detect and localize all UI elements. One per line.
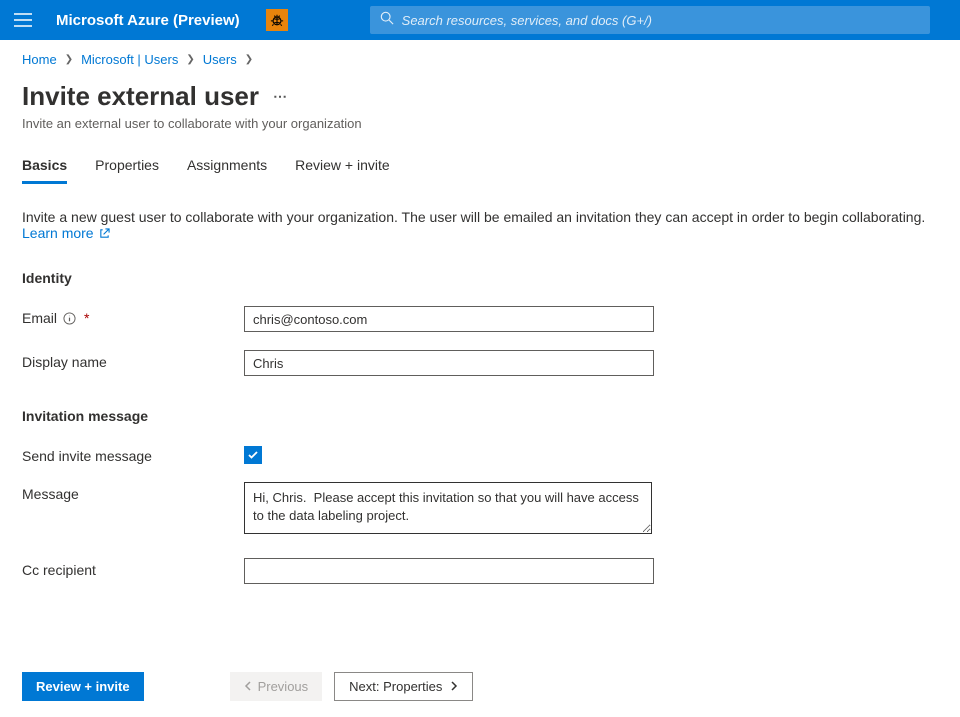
search-icon xyxy=(380,11,394,30)
chevron-right-icon: ❯ xyxy=(186,54,194,65)
external-link-icon xyxy=(99,226,110,242)
invitation-header: Invitation message xyxy=(22,408,938,424)
display-name-field[interactable] xyxy=(244,350,654,376)
search-input[interactable] xyxy=(402,13,920,28)
message-label: Message xyxy=(22,482,244,502)
info-icon[interactable] xyxy=(63,312,76,325)
more-actions-icon[interactable]: ⋯ xyxy=(273,88,287,105)
intro-text: Invite a new guest user to collaborate w… xyxy=(22,209,938,242)
check-icon xyxy=(247,449,259,461)
intro-text-content: Invite a new guest user to collaborate w… xyxy=(22,209,925,225)
breadcrumb-users-group[interactable]: Microsoft | Users xyxy=(81,52,178,67)
brand-title[interactable]: Microsoft Azure (Preview) xyxy=(56,12,240,29)
chevron-right-icon: ❯ xyxy=(245,54,253,65)
chevron-right-icon xyxy=(450,679,458,694)
bug-icon[interactable] xyxy=(266,9,288,31)
email-label: Email * xyxy=(22,306,244,326)
breadcrumb-users[interactable]: Users xyxy=(203,52,237,67)
identity-header: Identity xyxy=(22,270,938,286)
learn-more-link[interactable]: Learn more xyxy=(22,225,110,241)
send-invite-checkbox[interactable] xyxy=(244,446,262,464)
send-invite-label: Send invite message xyxy=(22,444,244,464)
tab-review-invite[interactable]: Review + invite xyxy=(295,157,390,184)
tab-assignments[interactable]: Assignments xyxy=(187,157,267,184)
cc-row: Cc recipient xyxy=(22,558,938,584)
tabs: Basics Properties Assignments Review + i… xyxy=(22,157,938,185)
send-invite-row: Send invite message xyxy=(22,444,938,464)
display-name-label: Display name xyxy=(22,350,244,370)
chevron-left-icon xyxy=(244,679,252,694)
chevron-right-icon: ❯ xyxy=(65,54,73,65)
required-indicator: * xyxy=(84,310,89,326)
email-row: Email * xyxy=(22,306,938,332)
cc-field[interactable] xyxy=(244,558,654,584)
hamburger-menu-icon[interactable] xyxy=(10,9,36,31)
breadcrumb: Home ❯ Microsoft | Users ❯ Users ❯ xyxy=(22,52,938,67)
tab-basics[interactable]: Basics xyxy=(22,157,67,184)
top-bar: Microsoft Azure (Preview) xyxy=(0,0,960,40)
tab-properties[interactable]: Properties xyxy=(95,157,159,184)
email-field[interactable] xyxy=(244,306,654,332)
page-title-text: Invite external user xyxy=(22,81,259,112)
message-row: Message xyxy=(22,482,938,534)
previous-button: Previous xyxy=(230,672,323,701)
main-content: Home ❯ Microsoft | Users ❯ Users ❯ Invit… xyxy=(0,40,960,584)
next-button[interactable]: Next: Properties xyxy=(334,672,473,701)
global-search[interactable] xyxy=(370,6,930,34)
page-title: Invite external user ⋯ xyxy=(22,81,938,112)
page-subtitle: Invite an external user to collaborate w… xyxy=(22,116,938,131)
message-field[interactable] xyxy=(244,482,652,534)
breadcrumb-home[interactable]: Home xyxy=(22,52,57,67)
display-name-row: Display name xyxy=(22,350,938,376)
review-invite-button[interactable]: Review + invite xyxy=(22,672,144,701)
footer-actions: Review + invite Previous Next: Propertie… xyxy=(0,660,960,717)
cc-label: Cc recipient xyxy=(22,558,244,578)
